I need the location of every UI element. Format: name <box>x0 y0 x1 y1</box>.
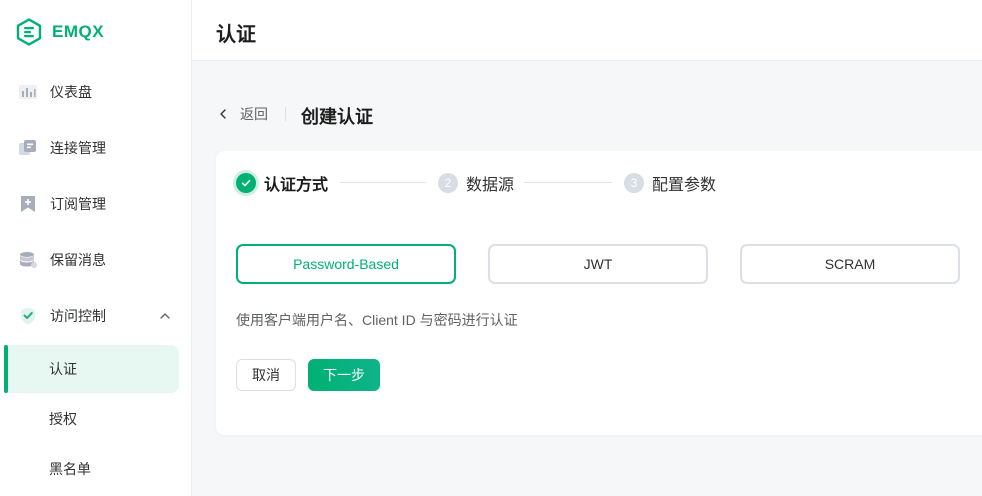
option-jwt[interactable]: JWT <box>488 244 708 284</box>
connections-icon <box>18 138 38 158</box>
breadcrumb-title: 创建认证 <box>301 107 373 127</box>
sidebar-item-label: 仪表盘 <box>50 84 92 100</box>
back-button[interactable]: 返回 <box>216 104 268 124</box>
back-label: 返回 <box>240 106 268 122</box>
shield-check-icon <box>18 306 38 326</box>
sidebar-subitem-label: 授权 <box>49 411 77 427</box>
sidebar-subitem-label: 黑名单 <box>49 461 91 477</box>
sidebar-item-label: 访问控制 <box>50 308 106 324</box>
step-label: 认证方式 <box>264 177 329 194</box>
top-header: 认证 <box>192 0 982 61</box>
emqx-logo-icon <box>16 18 42 46</box>
sidebar-item-label: 订阅管理 <box>50 196 106 212</box>
sidebar-subitem-label: 认证 <box>49 361 77 377</box>
sidebar-item-access-control[interactable]: 访问控制 <box>0 296 192 336</box>
sidebar-subitem-authentication[interactable]: 认证 <box>4 345 179 393</box>
step-auth-method: 认证方式 <box>236 171 328 195</box>
sidebar-item-dashboard[interactable]: 仪表盘 <box>0 72 192 112</box>
option-description: 使用客户端用户名、Client ID 与密码进行认证 <box>236 312 518 328</box>
option-scram[interactable]: SCRAM <box>740 244 960 284</box>
step-connector <box>340 182 426 183</box>
check-icon <box>236 173 256 193</box>
cancel-button[interactable]: 取消 <box>236 359 296 391</box>
step-number-badge: 3 <box>624 173 644 193</box>
step-config-params: 3 配置参数 <box>624 171 716 195</box>
database-icon <box>18 250 38 270</box>
step-number-badge: 2 <box>438 173 458 193</box>
next-button[interactable]: 下一步 <box>308 359 380 391</box>
dashboard-icon <box>18 82 38 102</box>
subscription-icon <box>18 194 38 214</box>
chevron-up-icon <box>160 313 170 319</box>
sidebar-item-retained[interactable]: 保留消息 <box>0 240 192 280</box>
logo[interactable]: EMQX <box>16 17 104 47</box>
sidebar-subitem-blacklist[interactable]: 黑名单 <box>4 445 179 493</box>
logo-text: EMQX <box>52 22 105 41</box>
step-label: 配置参数 <box>652 177 717 194</box>
page-title: 认证 <box>216 24 256 46</box>
chevron-left-icon <box>220 109 226 119</box>
sidebar-item-label: 连接管理 <box>50 140 106 156</box>
sidebar-item-subscriptions[interactable]: 订阅管理 <box>0 184 192 224</box>
create-auth-card: 认证方式 2 数据源 3 配置参数 Password-Based JWT SCR… <box>216 151 982 435</box>
step-label: 数据源 <box>466 177 515 194</box>
sidebar-subitem-authorization[interactable]: 授权 <box>4 395 179 443</box>
breadcrumb-divider <box>285 107 286 121</box>
step-connector <box>524 182 612 183</box>
step-data-source: 2 数据源 <box>438 171 514 195</box>
sidebar-item-label: 保留消息 <box>50 252 106 268</box>
sidebar: EMQX 仪表盘 连接管理 订阅管理 保留消息 访问控制 认证 授权 黑名单 <box>0 0 192 496</box>
sidebar-item-connections[interactable]: 连接管理 <box>0 128 192 168</box>
option-password-based[interactable]: Password-Based <box>236 244 456 284</box>
